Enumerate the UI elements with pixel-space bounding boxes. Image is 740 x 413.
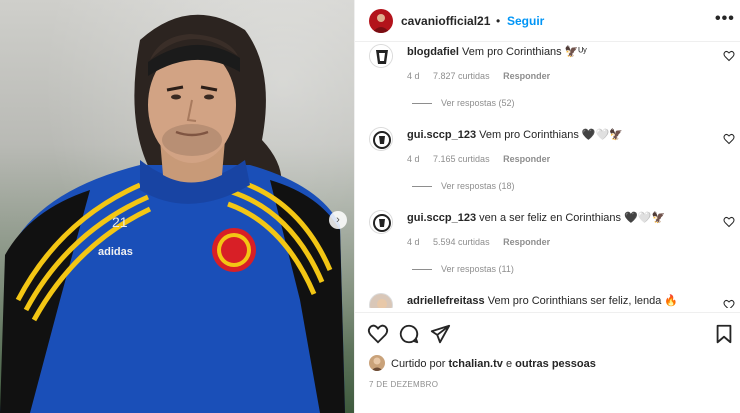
comment-body: Vem pro Corinthians 🦅ᵁʸ [462, 46, 587, 58]
commenter-avatar[interactable] [369, 127, 393, 151]
comment-text: gui.sccp_123 Vem pro Corinthians 🖤🤍🦅 [407, 128, 623, 141]
comment-body: Vem pro Corinthians 🖤🤍🦅 [479, 129, 623, 141]
follow-button[interactable]: Seguir [507, 14, 544, 28]
comment-username[interactable]: blogdafiel [407, 46, 459, 58]
replies-divider [412, 269, 432, 271]
share-icon[interactable] [429, 323, 451, 345]
comment-text: blogdafiel Vem pro Corinthians 🦅ᵁʸ [407, 45, 587, 58]
comment-heart-icon[interactable] [723, 216, 735, 228]
post-date[interactable]: 7 DE DEZEMBRO [369, 380, 438, 389]
post-actions-bar [355, 312, 740, 352]
liked-by-user[interactable]: tchalian.tv [448, 358, 502, 370]
commenter-avatar[interactable] [369, 293, 393, 308]
view-replies-label: Ver respostas (18) [441, 181, 515, 191]
heart-icon[interactable] [367, 323, 389, 345]
comment-age: 4 d [407, 154, 420, 164]
view-replies-label: Ver respostas (52) [441, 98, 515, 108]
comment-likes[interactable]: 7.827 curtidas [433, 71, 490, 81]
more-icon[interactable]: ••• [715, 10, 735, 28]
comment-body: Vem pro Corinthians ser feliz, lenda 🔥 [487, 295, 679, 307]
comment-heart-icon[interactable] [723, 299, 735, 308]
view-replies-button[interactable]: Ver respostas (11) [412, 264, 514, 274]
comment-heart-icon[interactable] [723, 50, 735, 62]
liked-by-prefix: Curtido por [391, 358, 446, 370]
comment-username[interactable]: gui.sccp_123 [407, 129, 476, 141]
liker-avatar[interactable] [369, 355, 385, 371]
comment-likes[interactable]: 5.594 curtidas [433, 237, 490, 247]
replies-divider [412, 103, 432, 105]
next-image-button[interactable]: › [329, 211, 347, 229]
comment-text: gui.sccp_123 ven a ser feliz en Corinthi… [407, 211, 665, 224]
commenter-avatar[interactable] [369, 210, 393, 234]
reply-button[interactable]: Responder [503, 237, 550, 247]
liked-by-middle: e [505, 358, 513, 370]
comment-likes[interactable]: 7.165 curtidas [433, 154, 490, 164]
comment-heart-icon[interactable] [723, 133, 735, 145]
comments-list[interactable]: blogdafiel Vem pro Corinthians 🦅ᵁʸ 4 d 7… [355, 43, 740, 308]
commenter-avatar[interactable] [369, 44, 393, 68]
bookmark-icon[interactable] [713, 323, 735, 345]
author-username[interactable]: cavaniofficial21 [401, 14, 490, 28]
post-header: cavaniofficial21 • Seguir ••• [355, 0, 740, 42]
view-replies-button[interactable]: Ver respostas (18) [412, 181, 515, 191]
comment-body: ven a ser feliz en Corinthians 🖤🤍🦅 [479, 212, 666, 224]
view-replies-button[interactable]: Ver respostas (52) [412, 98, 515, 108]
comment-icon[interactable] [398, 323, 420, 345]
comment-age: 4 d [407, 237, 420, 247]
comment-username[interactable]: gui.sccp_123 [407, 212, 476, 224]
comment-text: adriellefreitass Vem pro Corinthians ser… [407, 294, 678, 307]
comment-age: 4 d [407, 71, 420, 81]
comment-meta: 4 d 7.827 curtidas Responder [407, 71, 561, 81]
reply-button[interactable]: Responder [503, 154, 550, 164]
separator-dot: • [496, 14, 501, 28]
post-detail-panel: cavaniofficial21 • Seguir ••• blogdafiel… [354, 0, 740, 413]
jersey-number: 21 [112, 214, 128, 230]
view-replies-label: Ver respostas (11) [441, 264, 514, 274]
reply-button[interactable]: Responder [503, 71, 550, 81]
liked-by-text: Curtido por tchalian.tv e outras pessoas [391, 358, 596, 370]
comment-meta: 4 d 5.594 curtidas Responder [407, 237, 561, 247]
jersey-brand: adidas [98, 246, 133, 258]
liked-by-others[interactable]: outras pessoas [515, 358, 596, 370]
comment-username[interactable]: adriellefreitass [407, 295, 485, 307]
post-image[interactable]: 21 adidas › [0, 0, 354, 413]
author-avatar[interactable] [369, 9, 393, 33]
comment-meta: 4 d 7.165 curtidas Responder [407, 154, 561, 164]
chevron-right-icon: › [336, 214, 340, 226]
player-photo [0, 14, 345, 413]
replies-divider [412, 186, 432, 188]
